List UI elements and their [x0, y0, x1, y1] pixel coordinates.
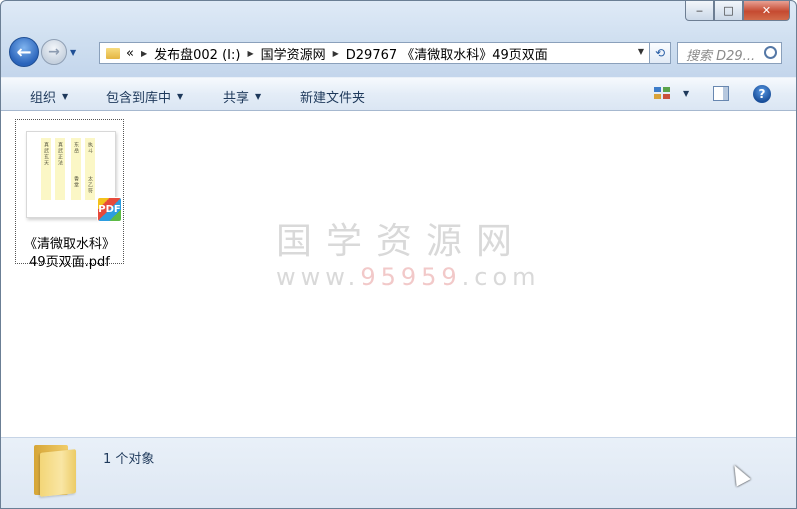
- search-placeholder: 搜索 D29...: [686, 49, 756, 64]
- minimize-button[interactable]: ‒: [685, 1, 714, 21]
- new-folder-button[interactable]: 新建文件夹: [300, 87, 365, 106]
- watermark-title: 国学资源网: [276, 221, 527, 262]
- explorer-window: ‒ □ ✕ ← → ▼ « ▶ 发布盘002 (I:) ▶ 国学资源网 ▶ D2…: [0, 0, 797, 509]
- share-menu[interactable]: 共享 ▼: [223, 87, 261, 106]
- chevron-down-icon: ▼: [255, 92, 262, 101]
- change-view-icon[interactable]: [654, 87, 672, 101]
- watermark: 国学资源网 www.95959.com: [276, 221, 536, 291]
- thumb-text: 香堂: [73, 176, 79, 188]
- mouse-cursor-icon: [727, 461, 751, 487]
- maximize-button[interactable]: □: [714, 1, 743, 21]
- back-arrow-icon: ←: [16, 41, 32, 63]
- preview-pane-icon[interactable]: [713, 86, 729, 101]
- history-dropdown-icon[interactable]: ▼: [70, 48, 76, 57]
- breadcrumb-folder-guoxue[interactable]: 国学资源网: [261, 44, 326, 63]
- file-list-area[interactable]: 真武玄天 真武正法 东岳 执斗 香堂 太乙符 PDF 《清微取水科》 49页双面…: [1, 111, 796, 437]
- chevron-right-icon[interactable]: ▶: [333, 49, 339, 58]
- include-in-library-menu[interactable]: 包含到库中 ▼: [106, 87, 183, 106]
- watermark-url-suffix: .com: [461, 263, 541, 291]
- close-button[interactable]: ✕: [743, 1, 790, 21]
- watermark-url-prefix: www.: [276, 263, 361, 291]
- navigation-bar: ← → ▼ « ▶ 发布盘002 (I:) ▶ 国学资源网 ▶ D29767 《…: [9, 35, 788, 69]
- file-name[interactable]: 《清微取水科》 49页双面.pdf: [16, 236, 123, 272]
- new-folder-label: 新建文件夹: [300, 91, 366, 106]
- address-bar[interactable]: « ▶ 发布盘002 (I:) ▶ 国学资源网 ▶ D29767 《清微取水科》…: [99, 42, 651, 64]
- thumb-text: 真武正法: [57, 142, 63, 166]
- item-count: 1 个对象: [103, 452, 155, 467]
- chevron-right-icon[interactable]: ▶: [247, 49, 253, 58]
- share-label: 共享: [223, 91, 250, 106]
- organize-menu[interactable]: 组织 ▼: [30, 87, 68, 106]
- chevron-down-icon: ▼: [62, 92, 69, 101]
- search-input[interactable]: 搜索 D29...: [677, 42, 782, 64]
- help-icon: ?: [758, 87, 766, 101]
- refresh-button[interactable]: ⟲: [649, 42, 671, 64]
- details-pane: 1 个对象: [1, 437, 796, 508]
- folder-icon: [34, 445, 78, 497]
- breadcrumb-current-folder[interactable]: D29767 《清微取水科》49页双面: [346, 44, 548, 63]
- file-name-line1: 《清微取水科》: [23, 237, 115, 252]
- thumb-text: 太乙符: [87, 176, 93, 194]
- chevron-right-icon[interactable]: ▶: [141, 49, 147, 58]
- back-button[interactable]: ←: [9, 37, 39, 67]
- organize-label: 组织: [30, 91, 57, 106]
- breadcrumb-overflow[interactable]: «: [126, 46, 134, 61]
- watermark-url-number: 95959: [360, 263, 462, 291]
- thumb-text: 东岳: [73, 142, 79, 154]
- thumb-text: 真武玄天: [43, 142, 49, 166]
- refresh-icon: ⟲: [654, 46, 666, 60]
- breadcrumb-drive[interactable]: 发布盘002 (I:): [154, 44, 240, 63]
- address-dropdown-icon[interactable]: ▼: [638, 47, 644, 56]
- caption-buttons: ‒ □ ✕: [685, 1, 790, 21]
- thumb-text: 执斗: [87, 142, 93, 154]
- file-name-line2: 49页双面.pdf: [29, 255, 110, 270]
- view-options-dropdown-icon[interactable]: ▼: [683, 89, 689, 98]
- watermark-url: www.95959.com: [276, 263, 536, 291]
- pdf-icon: PDF: [97, 197, 122, 222]
- search-icon[interactable]: [764, 46, 777, 59]
- help-button[interactable]: ?: [753, 85, 771, 103]
- forward-button[interactable]: →: [41, 39, 67, 65]
- file-item[interactable]: 真武玄天 真武正法 东岳 执斗 香堂 太乙符 PDF 《清微取水科》 49页双面…: [15, 119, 124, 270]
- command-bar: 组织 ▼ 包含到库中 ▼ 共享 ▼ 新建文件夹 ▼ ?: [1, 77, 796, 111]
- include-in-library-label: 包含到库中: [106, 91, 172, 106]
- forward-arrow-icon: →: [48, 44, 60, 60]
- chevron-down-icon: ▼: [177, 92, 184, 101]
- folder-icon: [106, 47, 120, 59]
